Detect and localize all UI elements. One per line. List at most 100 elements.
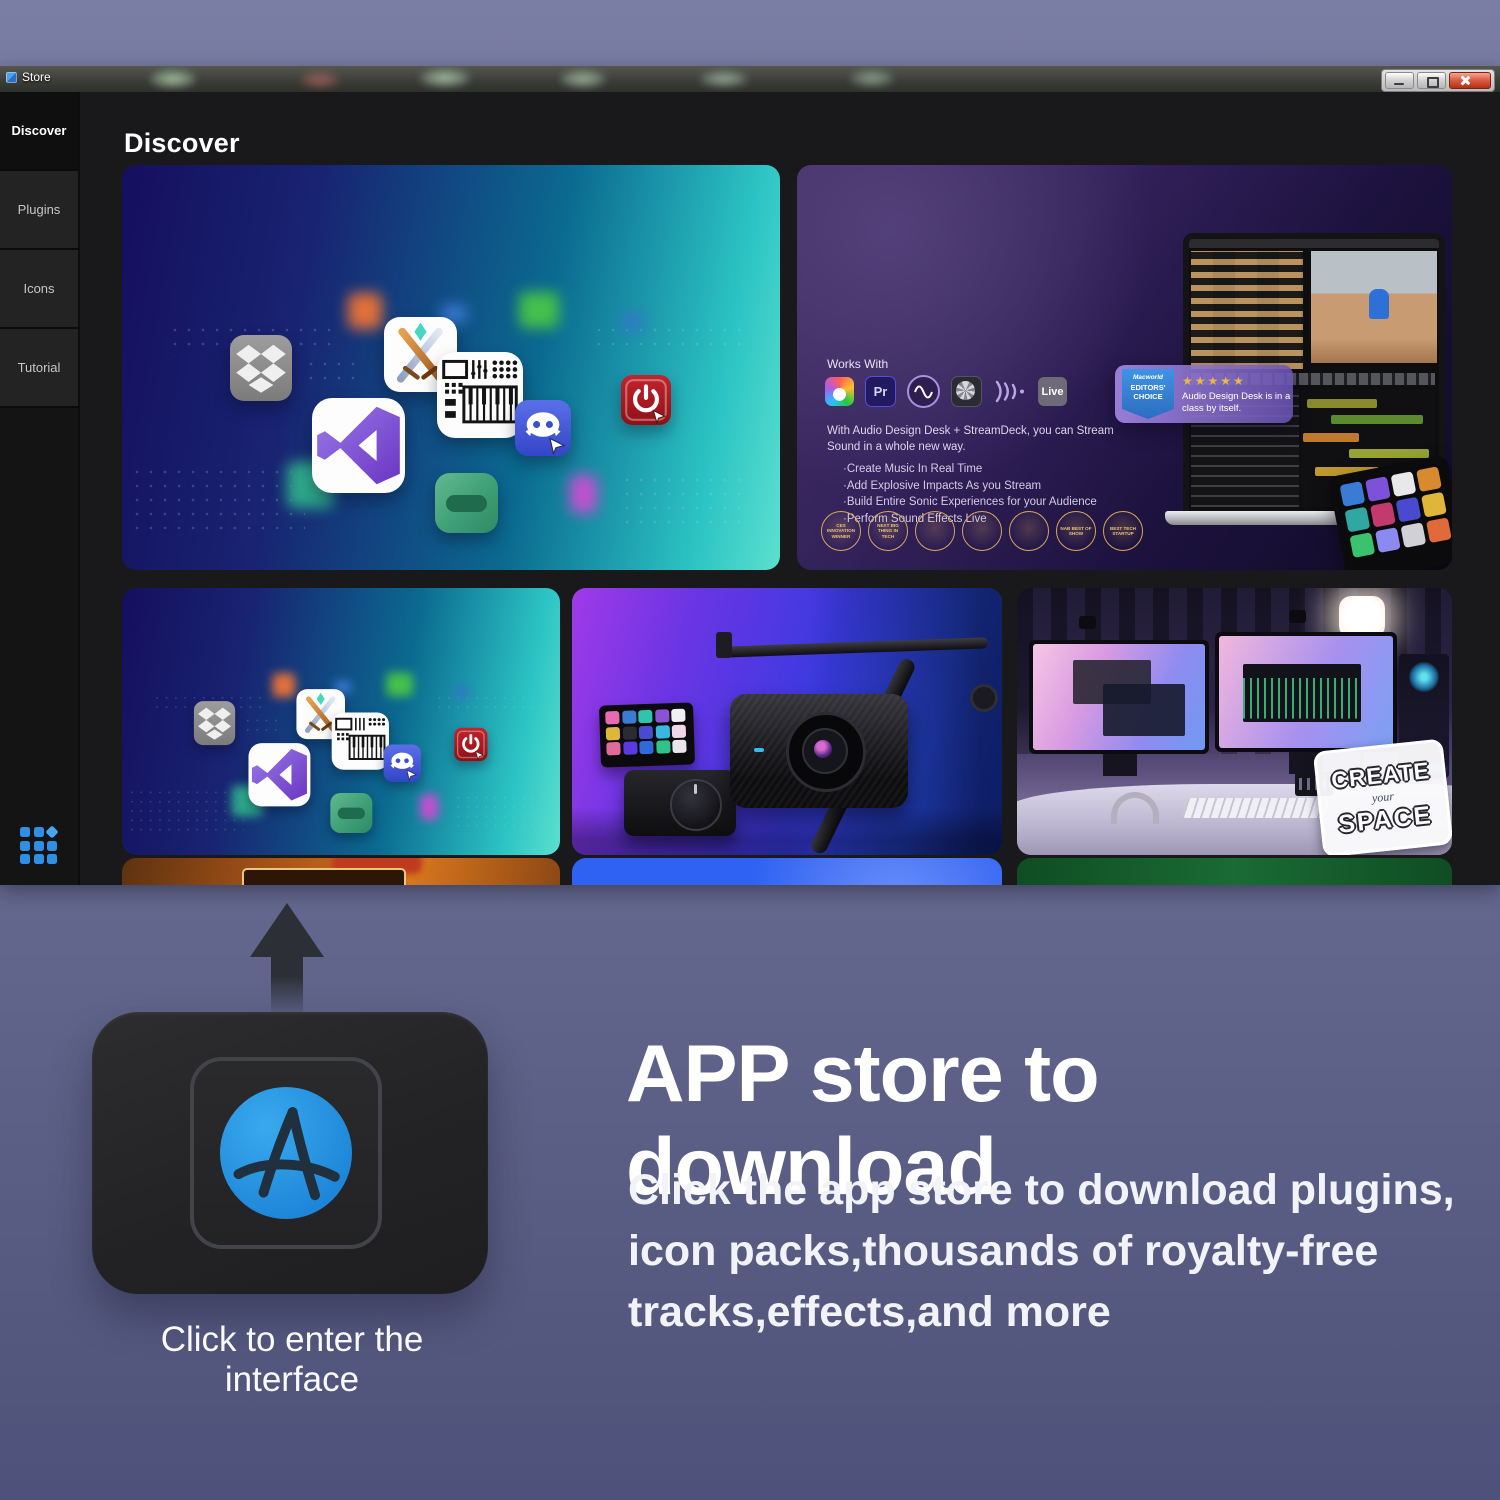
keyboard [1182,798,1330,818]
timeline-clip [1349,449,1429,458]
grid-diamond [45,825,58,838]
deck-key [1416,466,1442,492]
midi-controller-icon [437,352,523,438]
titlebar-blur-blob [150,70,196,88]
daw-toolbar [1189,239,1439,248]
power-button-icon [454,728,487,761]
review-brand: Macworld [1122,374,1174,381]
green-app-pill [446,495,487,512]
sidebar-item-label: Tutorial [18,360,61,375]
sidebar-item-label: Icons [23,281,54,296]
dot-pattern [435,693,535,716]
five-stars: ★★★★★ [1182,374,1290,388]
plugin-banner-art [122,165,780,570]
annotation-body-line: Click the app store to download plugins, [628,1160,1408,1221]
camera-lens-glass [814,740,832,758]
deck-key [1400,522,1426,548]
deck-key [655,725,669,738]
webcam [1289,610,1306,623]
tile-row3-green[interactable] [1017,858,1452,885]
deck-key [605,711,619,724]
webcam [1079,616,1096,629]
deck-key [672,740,686,753]
deck-key [622,726,636,739]
timeline-clip [1331,415,1423,424]
add-desc-line2: Sound in a whole new way. [827,439,1114,455]
tile-create-your-space[interactable]: CREATE your SPACE [1017,588,1452,855]
titlebar-blur-blob [700,71,748,87]
minimize-icon [1394,83,1404,86]
dropbox-icon [194,701,235,745]
camera-led [754,748,764,752]
grid-square [34,841,44,851]
app-store-circle [220,1087,352,1219]
app-store-button[interactable] [92,1012,488,1294]
deck-key [639,725,653,738]
works-with-icons: Pr Live [825,375,1067,408]
page-title: Discover [124,128,240,159]
pro-tools-wave [909,377,938,406]
bullet-item: ·Add Explosive Impacts As you Stream [843,478,1097,495]
dot-pattern [130,465,305,531]
close-button[interactable] [1449,72,1491,89]
tile-row3-blue[interactable] [572,858,1002,885]
green-app-icon [435,473,498,533]
tile-featured-plugins[interactable] [122,165,780,570]
blur-square-pink [570,475,597,513]
app-grid-icon[interactable] [20,827,59,866]
dropbox-icon [230,335,292,401]
sidebar-item-icons[interactable]: Icons [0,250,78,329]
maximize-icon [1427,77,1439,88]
deck-key [1349,532,1375,558]
blur-square-blue [454,686,469,699]
deck-key [1426,517,1452,543]
blur-square-green [519,292,559,328]
page: Store Discover Plugins Icons Tutorial [0,0,1500,1500]
main-content: Discover [80,92,1500,885]
timeline-clip [1307,399,1377,408]
tile-plugins-small[interactable] [122,588,560,855]
deck-key [1365,476,1391,502]
monitor-screen [1219,636,1393,748]
blur-square-blue [621,312,644,332]
award-badge-dot [1009,511,1049,551]
camera-lens-mid [802,728,848,774]
midi-controller-icon [332,712,389,769]
dot-pattern [304,357,354,387]
deck-key [639,741,653,754]
deck-key [1396,497,1422,523]
window-body: Discover Plugins Icons Tutorial Discover [0,92,1500,885]
discord-icon [384,744,421,781]
pro-tools-icon [907,375,940,408]
annotation-body-line: icon packs,thousands of royalty-free [628,1221,1408,1282]
titlebar-blur-blob [560,70,606,88]
pointer-arrow-head [250,903,324,957]
facecam-webcam [730,694,908,808]
knob-notch [694,784,697,794]
tile-row3-game[interactable] [122,858,560,885]
dot-pattern [620,473,742,531]
timeline-clip [1303,433,1359,442]
review-quote-line2: class by itself. [1182,403,1290,415]
deck-key [606,742,620,755]
deck-key [1344,507,1370,533]
sidebar-item-discover[interactable]: Discover [0,92,78,171]
annotation-body: Click the app store to download plugins,… [628,1160,1408,1343]
review-award-line1: EDITORS' [1122,383,1174,392]
dot-pattern [592,323,742,357]
stream-deck-device [599,702,695,767]
screen-window [1103,684,1185,736]
window-title: Store [22,70,51,84]
minimize-button[interactable] [1385,72,1414,89]
add-description: With Audio Design Desk + StreamDeck, you… [827,423,1114,455]
sidebar-item-tutorial[interactable]: Tutorial [0,329,78,408]
award-badge-next-big-thing: NEXT BIG THING IN TECH [868,511,908,551]
maximize-button[interactable] [1417,72,1446,89]
grid-square [20,841,30,851]
window-titlebar[interactable]: Store [0,66,1500,94]
premiere-label: Pr [874,384,888,399]
tile-hardware[interactable] [572,588,1002,855]
sidebar-item-plugins[interactable]: Plugins [0,171,78,250]
fan-blades [956,381,975,400]
tile-audio-design-desk[interactable]: Works With Pr [797,165,1452,570]
